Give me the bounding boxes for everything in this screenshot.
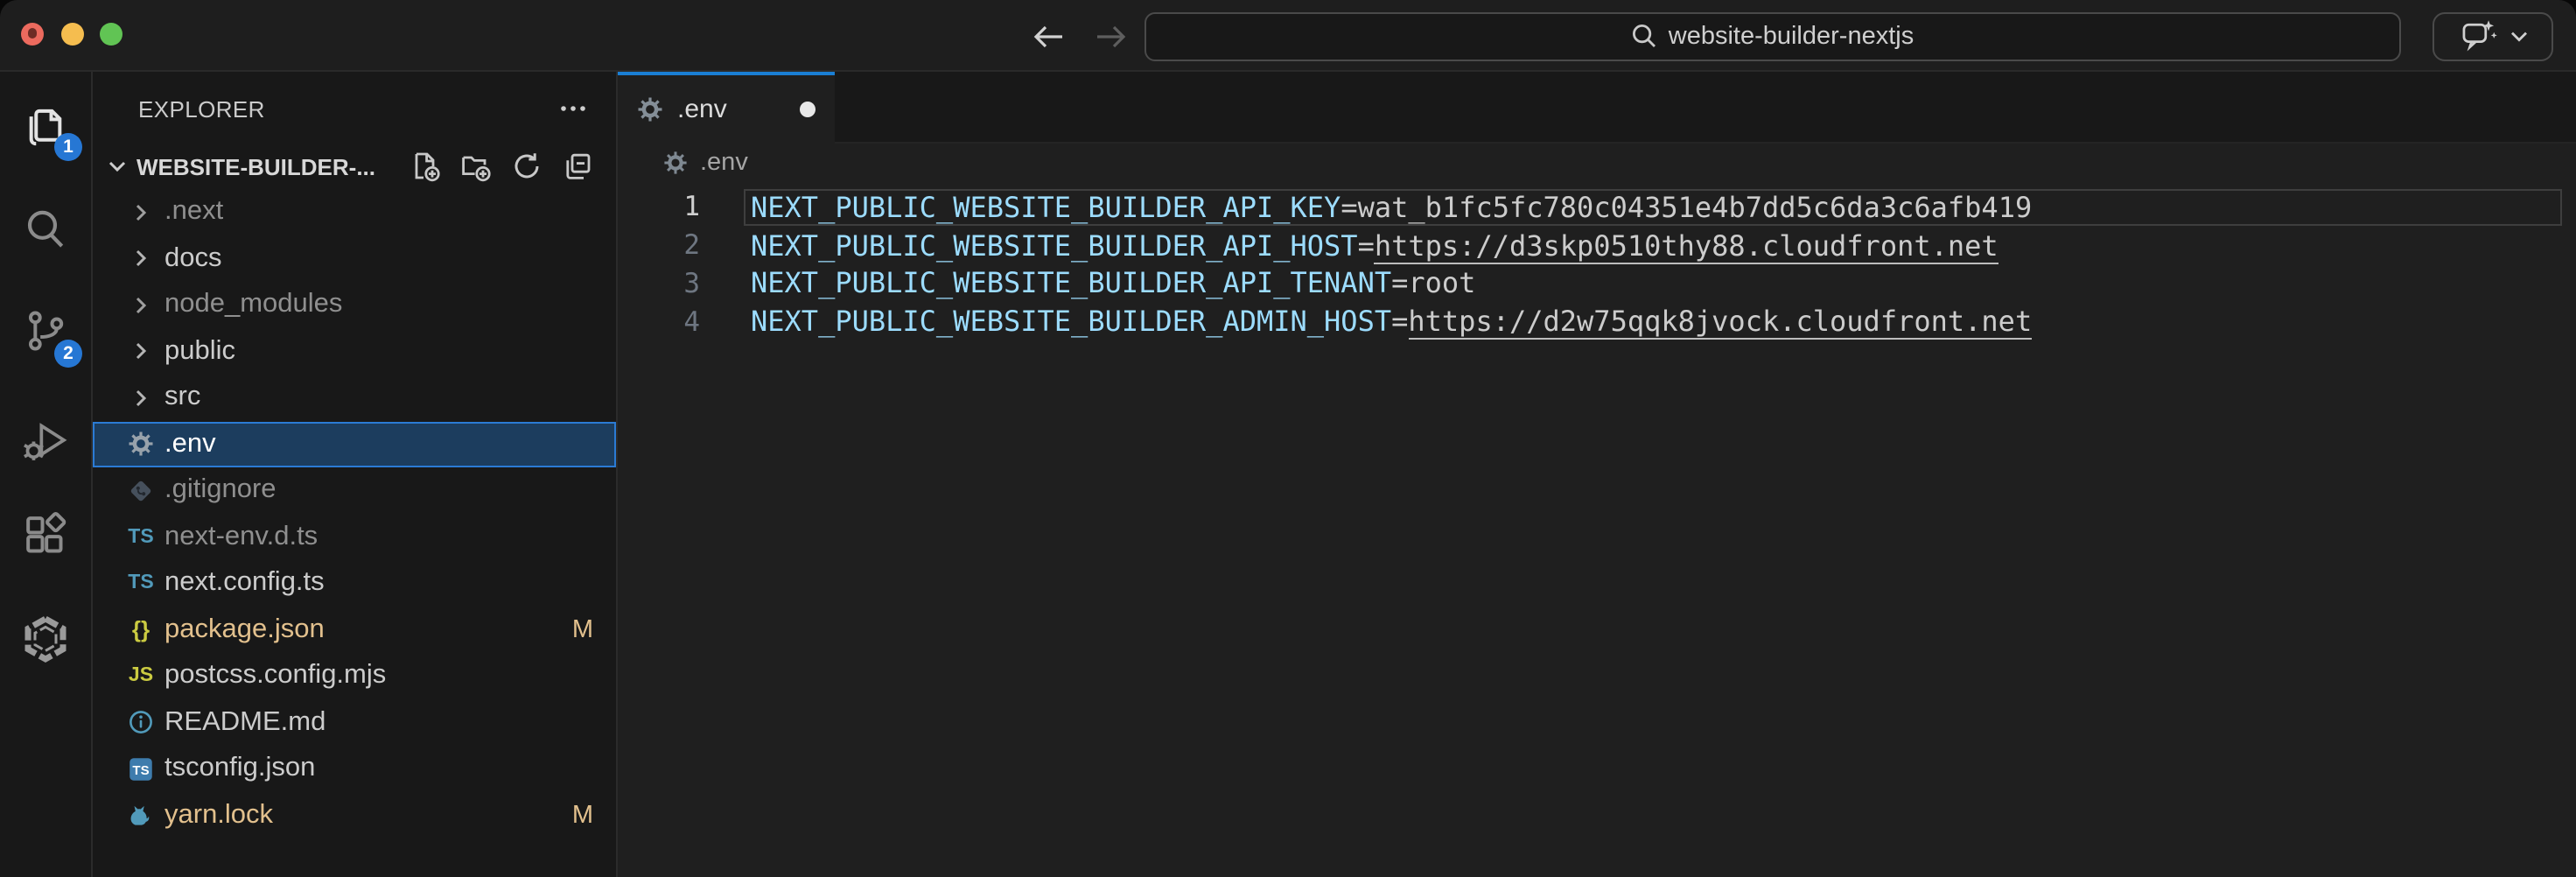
tree-item-package-json[interactable]: {} package.json M	[93, 607, 616, 653]
back-button[interactable]	[1029, 17, 1068, 55]
window-controls	[21, 22, 122, 45]
activity-explorer[interactable]: 1	[14, 93, 77, 156]
ts-icon: TS	[126, 527, 156, 548]
command-center-search[interactable]: website-builder-nextjs	[1144, 11, 2401, 60]
title-bar: website-builder-nextjs	[0, 0, 2576, 72]
git-modified-badge: M	[572, 616, 593, 644]
code-line-1: 1 NEXT_PUBLIC_WEBSITE_BUILDER_API_KEY=wa…	[618, 188, 2576, 227]
unsaved-dot-icon	[28, 29, 38, 39]
tab-label: .env	[677, 95, 786, 124]
gear-icon	[126, 431, 156, 458]
tsconfig-icon: TS	[126, 756, 156, 782]
close-button[interactable]	[21, 22, 44, 45]
search-icon	[21, 205, 70, 254]
line-number: 1	[618, 192, 700, 223]
workspace-section-header[interactable]: WEBSITE-BUILDER-...	[93, 144, 616, 189]
breadcrumb-item-env[interactable]: .env	[700, 149, 748, 177]
line-number: 4	[618, 306, 700, 338]
run-debug-icon	[21, 417, 70, 466]
chevron-right-icon	[126, 389, 156, 408]
url-link[interactable]: https://d3skp0510thy88.cloudfront.net	[1375, 228, 1998, 263]
source-control-badge: 2	[54, 340, 82, 368]
chevron-down-icon	[2509, 29, 2528, 43]
line-number: 2	[618, 229, 700, 261]
sidebar-header: EXPLORER	[93, 88, 616, 130]
tab-bar: .env	[618, 72, 2576, 144]
explorer-sidebar: EXPLORER WEBSITE-BUILDER-...	[93, 72, 618, 877]
maximize-button[interactable]	[100, 22, 122, 45]
search-text: website-builder-nextjs	[1669, 22, 1914, 50]
chevron-right-icon	[126, 249, 156, 269]
extensions-icon	[21, 511, 70, 560]
activity-search[interactable]	[14, 198, 77, 261]
gear-icon	[663, 151, 688, 175]
ts-icon: TS	[126, 573, 156, 594]
vscode-window: website-builder-nextjs 1	[0, 0, 2576, 877]
activity-extensions[interactable]	[14, 504, 77, 567]
tree-item-env-selected[interactable]: .env	[93, 421, 616, 467]
search-icon	[1632, 23, 1658, 49]
js-icon: JS	[126, 666, 156, 687]
arrow-left-icon	[1031, 22, 1066, 50]
yarn-cat-icon	[126, 803, 156, 829]
tree-item-tsconfig[interactable]: TS tsconfig.json	[93, 746, 616, 792]
forward-button[interactable]	[1092, 17, 1130, 55]
code-line-2: 2 NEXT_PUBLIC_WEBSITE_BUILDER_API_HOST=h…	[618, 227, 2576, 265]
activity-hexagon-extension[interactable]	[14, 607, 77, 670]
tree-item-postcss-config[interactable]: JS postcss.config.mjs	[93, 653, 616, 699]
chat-sparkle-icon	[2458, 18, 2496, 54]
history-nav	[1029, 0, 1130, 72]
tree-item-yarn-lock[interactable]: yarn.lock M	[93, 792, 616, 838]
workbench: 1 2	[0, 72, 2576, 877]
chevron-right-icon	[126, 296, 156, 315]
collapse-all-icon[interactable]	[562, 151, 593, 182]
tab-bar-empty	[835, 72, 2576, 144]
breadcrumb: .env	[618, 144, 2576, 182]
workspace-title: WEBSITE-BUILDER-...	[136, 153, 410, 179]
tree-item-docs[interactable]: docs	[93, 235, 616, 282]
svg-text:TS: TS	[132, 763, 149, 778]
tree-item-node-modules[interactable]: node_modules	[93, 282, 616, 328]
activity-source-control[interactable]: 2	[14, 299, 77, 362]
editor-group: .env .env 1 NEXT_PUBLIC_WEBSITE_BUILDER_…	[618, 72, 2576, 877]
new-folder-icon[interactable]	[460, 151, 492, 182]
screen: website-builder-nextjs 1	[0, 0, 2576, 877]
git-modified-badge: M	[572, 802, 593, 830]
code-editor[interactable]: 1 NEXT_PUBLIC_WEBSITE_BUILDER_API_KEY=wa…	[618, 182, 2576, 877]
tree-item-next-env-dts[interactable]: TS next-env.d.ts	[93, 514, 616, 560]
tree-item-next-folder[interactable]: .next	[93, 189, 616, 235]
line-number: 3	[618, 268, 700, 299]
json-braces-icon: {}	[126, 617, 156, 643]
gear-icon	[637, 96, 663, 123]
code-line-4: 4 NEXT_PUBLIC_WEBSITE_BUILDER_ADMIN_HOST…	[618, 303, 2576, 341]
chevron-right-icon	[126, 342, 156, 361]
arrow-right-icon	[1094, 22, 1129, 50]
info-icon	[126, 710, 156, 736]
more-actions-icon[interactable]	[558, 95, 588, 123]
copilot-chat-button[interactable]	[2432, 11, 2553, 60]
git-icon	[126, 478, 156, 504]
tree-item-next-config-ts[interactable]: TS next.config.ts	[93, 560, 616, 607]
explorer-badge: 1	[54, 133, 82, 161]
tree-item-public[interactable]: public	[93, 328, 616, 375]
file-tree: .next docs node_modules public src	[93, 189, 616, 838]
modified-dot-icon[interactable]	[800, 102, 816, 117]
tree-item-readme[interactable]: README.md	[93, 699, 616, 746]
activity-run-debug[interactable]	[14, 410, 77, 473]
chevron-right-icon	[126, 203, 156, 222]
sidebar-title: EXPLORER	[138, 95, 558, 122]
tree-item-src[interactable]: src	[93, 375, 616, 421]
explorer-actions	[410, 151, 593, 182]
chevron-down-icon	[107, 156, 131, 177]
tab-env[interactable]: .env	[618, 72, 835, 144]
url-link[interactable]: https://d2w75qqk8jvock.cloudfront.net	[1408, 305, 2032, 340]
tree-item-gitignore[interactable]: .gitignore	[93, 467, 616, 514]
hexagon-icon	[19, 613, 72, 665]
minimize-button[interactable]	[60, 22, 83, 45]
activity-bar: 1 2	[0, 72, 93, 877]
refresh-icon[interactable]	[511, 151, 542, 182]
new-file-icon[interactable]	[410, 151, 441, 182]
code-line-3: 3 NEXT_PUBLIC_WEBSITE_BUILDER_API_TENANT…	[618, 264, 2576, 303]
